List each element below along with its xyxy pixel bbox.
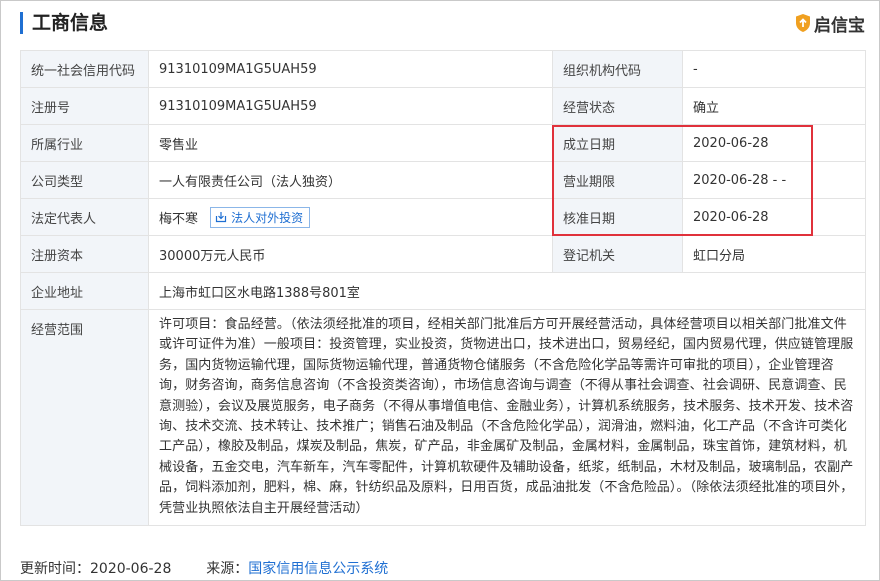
authority-label: 登记机关 <box>552 235 683 273</box>
org-code-value: - <box>682 50 866 88</box>
export-icon <box>216 212 227 223</box>
table-row: 经营范围 许可项目：食品经营。（依法须经批准的项目，经相关部门批准后方可开展经营… <box>20 308 866 527</box>
table-row: 统一社会信用代码 91310109MA1G5UAH59 组织机构代码 - <box>20 50 866 88</box>
credit-code-value: 91310109MA1G5UAH59 <box>148 50 553 88</box>
scope-value: 许可项目：食品经营。（依法须经批准的项目，经相关部门批准后方可开展经营活动，具体… <box>148 308 866 527</box>
date-highlight-box <box>552 125 813 236</box>
address-value: 上海市虹口区水电路1388号801室 <box>148 272 866 310</box>
legal-rep-name[interactable]: 梅不寒 <box>159 212 198 227</box>
table-row: 企业地址 上海市虹口区水电路1388号801室 <box>20 272 866 310</box>
brand-logo[interactable]: 启信宝 <box>795 11 865 36</box>
credit-code-label: 统一社会信用代码 <box>20 50 149 88</box>
reg-no-value: 91310109MA1G5UAH59 <box>148 87 553 125</box>
industry-value: 零售业 <box>148 124 553 162</box>
legal-rep-cell: 梅不寒 法人对外投资 <box>148 198 553 236</box>
org-code-label: 组织机构代码 <box>552 50 683 88</box>
status-value: 确立 <box>682 87 866 125</box>
updated-label: 更新时间： <box>20 561 90 577</box>
brand-name: 启信宝 <box>814 15 865 36</box>
source-label: 来源： <box>206 561 249 577</box>
scope-label: 经营范围 <box>20 308 149 527</box>
source-link[interactable]: 国家信用信息公示系统 <box>248 561 388 577</box>
reg-no-label: 注册号 <box>20 87 149 125</box>
business-info-table: 统一社会信用代码 91310109MA1G5UAH59 组织机构代码 - 注册号… <box>20 50 866 527</box>
industry-label: 所属行业 <box>20 124 149 162</box>
title-accent-bar <box>20 12 23 34</box>
capital-label: 注册资本 <box>20 235 149 273</box>
shield-logo-icon <box>796 14 810 32</box>
status-label: 经营状态 <box>552 87 683 125</box>
legal-rep-investment-button[interactable]: 法人对外投资 <box>210 206 311 228</box>
section-header: 工商信息 启信宝 <box>20 10 865 36</box>
footer: 更新时间：2020-06-28 来源：国家信用信息公示系统 <box>20 558 388 578</box>
authority-value: 虹口分局 <box>682 235 866 273</box>
company-type-label: 公司类型 <box>20 161 149 199</box>
table-row: 注册资本 30000万元人民币 登记机关 虹口分局 <box>20 235 866 273</box>
company-type-value: 一人有限责任公司（法人独资） <box>148 161 553 199</box>
updated-value: 2020-06-28 <box>90 561 172 577</box>
investment-button-label: 法人对外投资 <box>231 210 304 225</box>
address-label: 企业地址 <box>20 272 149 310</box>
table-row: 注册号 91310109MA1G5UAH59 经营状态 确立 <box>20 87 866 125</box>
legal-rep-label: 法定代表人 <box>20 198 149 236</box>
section-title: 工商信息 <box>32 12 109 34</box>
capital-value: 30000万元人民币 <box>148 235 553 273</box>
